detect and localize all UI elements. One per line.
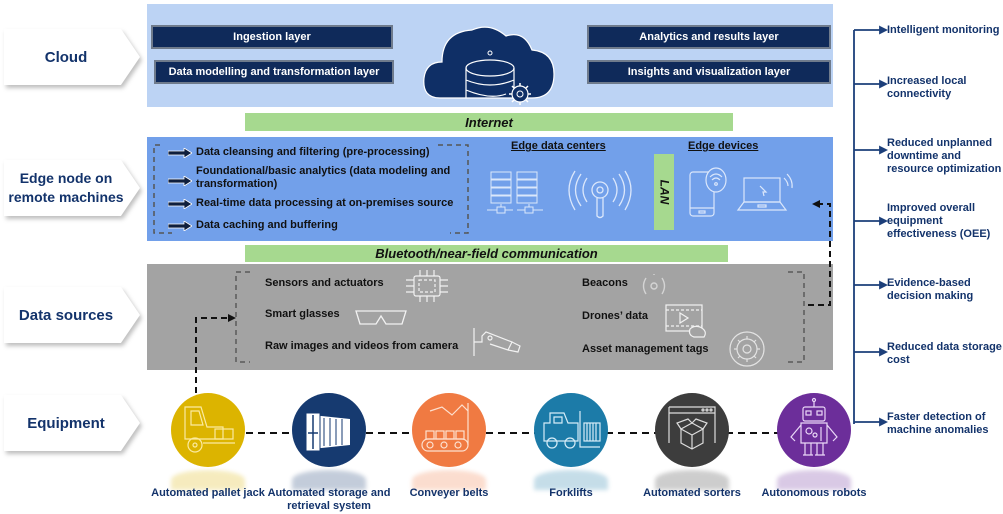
internet-connector: Internet <box>245 113 733 131</box>
source-item: Asset management tags <box>582 343 709 355</box>
forklift-icon <box>543 411 601 449</box>
ingestion-layer-box: Ingestion layer <box>151 25 393 49</box>
cloud-database-gear-icon <box>423 26 555 105</box>
equipment-label: Forklifts <box>549 487 593 499</box>
edge-process-item: Data cleansing and filtering (pre-proces… <box>196 146 430 158</box>
analytics-layer-box: Analytics and results layer <box>587 25 831 49</box>
server-rack-icon <box>487 171 543 214</box>
benefit-item: Increased local connectivity <box>887 75 967 100</box>
benefit-arrows <box>854 25 888 427</box>
row-label-edge: Edge node on remote machines <box>4 160 140 216</box>
benefit-item: Faster detection of machine anomalies <box>887 411 989 436</box>
benefit-item: Intelligent monitoring <box>887 24 1000 36</box>
edge-data-centers-title: Edge data centers <box>511 140 606 152</box>
sorter-box-icon <box>668 406 716 450</box>
edge-process-item: Foundational/basic analytics (data model… <box>196 165 451 190</box>
arrow-right-icon <box>168 176 192 186</box>
security-camera-icon <box>473 328 521 356</box>
equipment-conveyer-belts <box>412 393 486 467</box>
arrow-right-icon <box>168 221 192 231</box>
equipment-forklifts <box>534 393 608 467</box>
benefit-item: Evidence-based decision making <box>887 277 974 302</box>
edge-process-item: Data caching and buffering <box>196 219 338 231</box>
conveyor-belt-icon <box>421 403 469 452</box>
drone-video-icon <box>665 304 706 338</box>
data-modelling-layer-box: Data modelling and transformation layer <box>154 60 394 84</box>
equipment-label: Autonomous robots <box>761 487 867 499</box>
source-item: Beacons <box>582 277 628 289</box>
edge-devices-title: Edge devices <box>688 140 759 152</box>
row-label-data-sources: Data sources <box>4 287 140 343</box>
equipment-label: Automated sorters <box>643 487 741 499</box>
benefit-item: Improved overall equipment effectiveness… <box>887 202 991 240</box>
equipment-label: Automated storage and retrieval system <box>267 487 391 512</box>
asset-tag-gear-icon <box>729 331 765 367</box>
pallet-jack-icon <box>184 406 235 453</box>
benefit-item: Reduced unplanned downtime and resource … <box>887 137 1002 175</box>
source-item: Raw images and videos from camera <box>265 340 459 352</box>
row-label-cloud: Cloud <box>4 29 140 85</box>
equipment-label: Automated pallet jack <box>151 487 265 499</box>
equipment-automated-sorters <box>655 393 729 467</box>
equipment-label: Conveyer belts <box>409 487 489 499</box>
source-item: Sensors and actuators <box>265 277 384 289</box>
storage-container-icon <box>305 412 350 452</box>
equipment-pallet-jack <box>171 393 245 467</box>
laptop-icon <box>736 173 793 211</box>
bluetooth-connector: Bluetooth/near-field communication <box>245 245 728 262</box>
source-item: Smart glasses <box>265 308 340 320</box>
robot-icon <box>790 397 838 456</box>
lan-connector: LAN <box>654 154 674 230</box>
beacon-signal-icon <box>642 274 666 295</box>
equipment-storage-retrieval <box>292 393 366 467</box>
benefit-item: Reduced data storage cost <box>887 341 1002 366</box>
insights-layer-box: Insights and visualization layer <box>587 60 831 84</box>
row-label-equipment: Equipment <box>4 395 140 451</box>
microchip-icon <box>406 270 448 302</box>
antenna-signal-icon <box>568 170 632 219</box>
arrow-right-icon <box>168 148 192 158</box>
edge-process-item: Real-time data processing at on-premises… <box>196 197 454 209</box>
arrow-right-icon <box>168 199 192 209</box>
source-item: Drones’ data <box>582 310 649 322</box>
equipment-autonomous-robots <box>777 393 851 467</box>
smart-glasses-icon <box>355 310 407 325</box>
smartphone-wifi-icon <box>689 167 727 217</box>
